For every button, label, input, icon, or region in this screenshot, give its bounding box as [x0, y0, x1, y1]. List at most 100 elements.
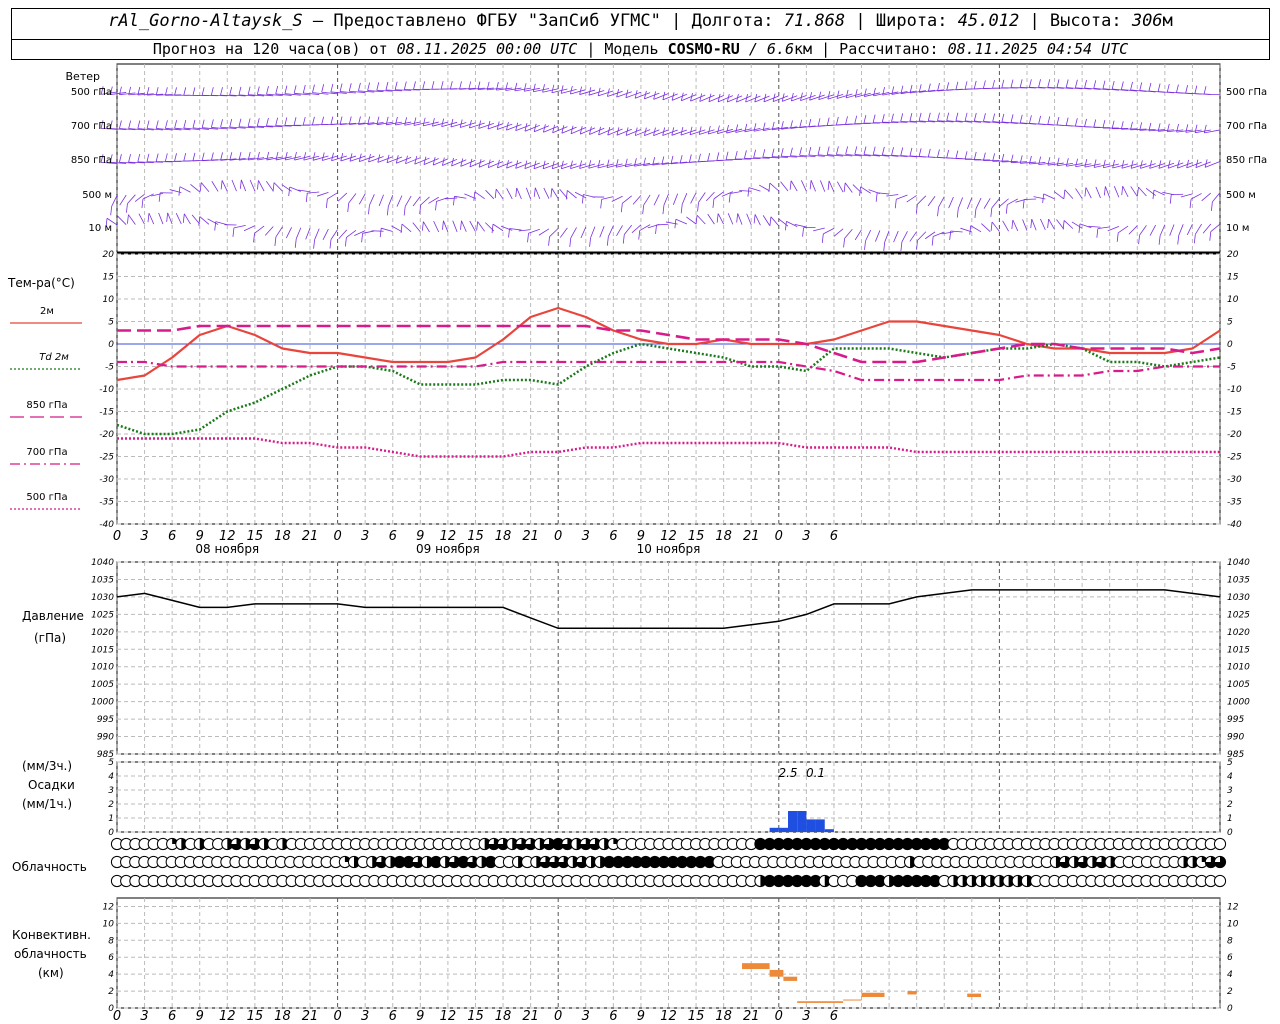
- wind-barb-flag: [491, 224, 494, 234]
- wind-barb: [809, 94, 825, 101]
- wind-barb: [680, 129, 697, 136]
- wind-barb: [231, 179, 237, 192]
- x-tick-label: 21: [743, 1009, 760, 1024]
- y-tick-label-right: 12: [1227, 902, 1239, 912]
- y-tick-label-left: 990: [97, 733, 114, 743]
- temp-legend-label: 500 гПа: [26, 492, 67, 503]
- cloud-title: Облачность: [12, 860, 87, 874]
- wind-barb-flag: [302, 116, 306, 126]
- wind-barb-flag: [734, 150, 738, 160]
- y-tick-label-left: 2: [108, 800, 114, 810]
- x-tick-label: 3: [140, 529, 148, 544]
- temp-title: Тем-ра(°C): [7, 276, 75, 290]
- wind-barb-flag: [1047, 116, 1051, 125]
- y-tick-label-right: -5: [1227, 363, 1236, 373]
- x-tick-label: 15: [467, 1009, 484, 1024]
- wind-barb: [924, 231, 936, 240]
- wind-barb-flag: [716, 213, 719, 223]
- wind-barb: [769, 182, 780, 192]
- wind-barb-flag: [313, 239, 315, 249]
- wind-barb: [387, 195, 394, 207]
- wind-barb-flag: [600, 199, 603, 209]
- wind-barb: [726, 128, 743, 134]
- wind-barb-flag: [174, 153, 177, 162]
- wind-barb-flag: [247, 86, 251, 95]
- y-tick-label-right: 2: [1227, 800, 1233, 810]
- wind-barb-flag: [698, 153, 701, 162]
- wind-barb-flag: [570, 160, 573, 169]
- wind-barb-flag: [451, 157, 454, 167]
- wind-barb: [249, 179, 256, 192]
- wind-barb-flag: [312, 116, 315, 125]
- wind-barb-flag: [964, 112, 968, 121]
- wind-barb: [138, 213, 145, 225]
- wind-barb: [663, 193, 669, 206]
- y-tick-label-right: 4: [1227, 970, 1233, 980]
- wind-barb: [338, 229, 348, 240]
- y-tick-label-right: 1015: [1227, 645, 1250, 655]
- y-tick-label-right: 1: [1227, 814, 1233, 824]
- wind-barb-flag: [1001, 113, 1005, 123]
- wind-barb-flag: [894, 199, 897, 209]
- wind-barb-flag: [1102, 80, 1106, 89]
- wind-barb-flag: [785, 221, 787, 231]
- wind-barb: [428, 196, 439, 204]
- y-tick-label-left: 1010: [91, 663, 114, 673]
- wind-barb-flag: [589, 237, 591, 247]
- wind-barb-flag: [900, 147, 904, 156]
- wind-barb: [461, 220, 467, 232]
- wind-barb-flag: [854, 146, 858, 155]
- wind-barb-flag: [119, 154, 122, 163]
- wind-barb-flag: [674, 219, 677, 229]
- wind-barb: [901, 231, 908, 243]
- wind-barb-flag: [992, 113, 996, 122]
- y-tick-label-right: -40: [1227, 520, 1242, 530]
- wind-barb-flag: [670, 155, 674, 164]
- temp-legend-label: 700 гПа: [26, 447, 67, 458]
- wind-barb-flag: [1065, 117, 1069, 126]
- x-tick-label: 12: [440, 1009, 457, 1024]
- wind-barb-flag: [386, 206, 389, 216]
- wind-barb-flag: [1078, 223, 1081, 233]
- wind-barb: [485, 189, 495, 200]
- wind-barb: [1071, 221, 1083, 229]
- wind-barb-flag: [1005, 204, 1008, 214]
- wind-barb-flag: [624, 158, 628, 167]
- wind-barb: [739, 190, 752, 192]
- wind-barb: [1149, 163, 1165, 169]
- wind-barb-flag: [1065, 79, 1069, 88]
- y-tick-label-right: 10: [1227, 919, 1239, 929]
- wind-barb-flag: [229, 118, 233, 128]
- wind-barb: [1159, 224, 1166, 236]
- wind-barb: [243, 225, 256, 232]
- x-tick-label: 3: [582, 1009, 590, 1024]
- wind-barb-flag: [1176, 84, 1179, 93]
- wind-barb-flag: [620, 203, 623, 213]
- wind-barb: [1194, 223, 1202, 235]
- wind-barb: [675, 218, 688, 225]
- wind-barb: [516, 187, 522, 200]
- wind-barb-flag: [358, 82, 361, 91]
- y-tick-label-left: -10: [99, 385, 114, 395]
- wind-barb-flag: [1056, 79, 1060, 88]
- wind-barb: [199, 216, 210, 225]
- wind-barb: [933, 231, 945, 237]
- wind-barb-flag: [1139, 82, 1143, 91]
- wind-barb-flag: [1177, 235, 1180, 245]
- y-tick-label-right: 3: [1227, 786, 1233, 796]
- wind-barb-flag: [845, 89, 849, 99]
- wind-barb-flag: [272, 182, 275, 192]
- wind-barb: [705, 191, 715, 202]
- wind-barb-flag: [937, 112, 940, 121]
- x-tick-label: 6: [609, 1009, 617, 1024]
- y-tick-label-left: 5: [108, 758, 114, 768]
- wind-barb: [1053, 191, 1064, 200]
- temp-legend-label: 2м: [40, 306, 54, 317]
- wind-barb-flag: [1103, 186, 1106, 196]
- y-tick-label-left: 4: [108, 772, 114, 782]
- wind-barb: [643, 194, 651, 206]
- wind-barb-flag: [1111, 120, 1115, 129]
- x-tick-label: 12: [219, 1009, 236, 1024]
- wind-barb: [975, 197, 982, 210]
- wind-barb-flag: [321, 116, 325, 125]
